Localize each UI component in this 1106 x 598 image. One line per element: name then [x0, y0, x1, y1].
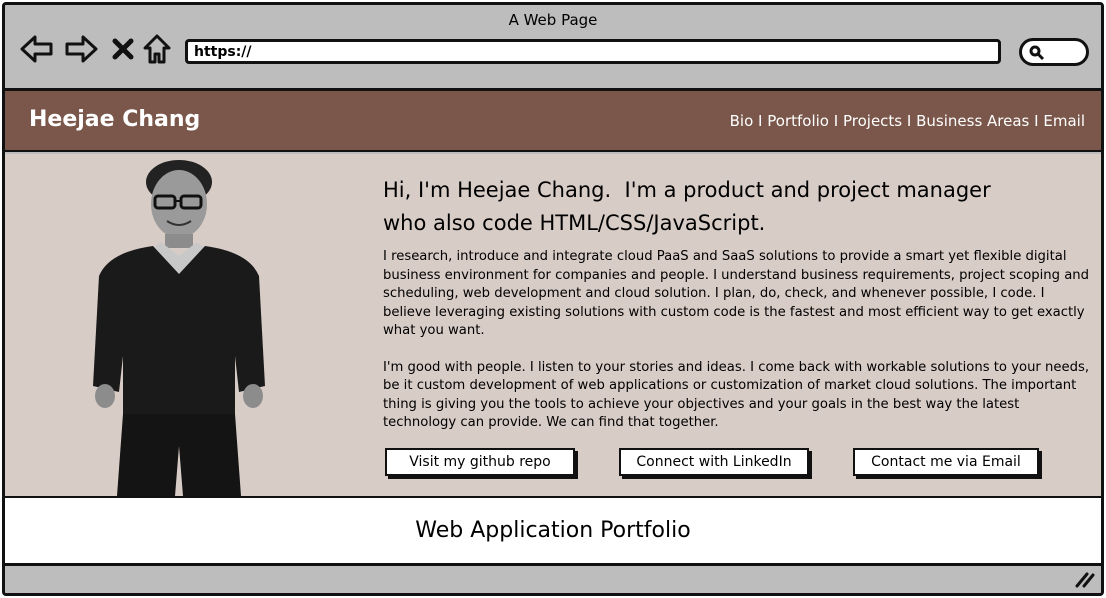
site-brand[interactable]: Heejae Chang [29, 107, 200, 132]
hero-paragraph-2: I'm good with people. I listen to your s… [383, 359, 1090, 431]
profile-photo [93, 160, 265, 496]
browser-chrome: A Web Page https:// [5, 5, 1101, 91]
window-title: A Web Page [508, 11, 598, 29]
site-header: Heejae Chang Bio I Portfolio I Projects … [5, 91, 1101, 152]
search-icon [1028, 44, 1046, 66]
nav-item-bio[interactable]: Bio [730, 112, 754, 130]
home-icon[interactable] [139, 31, 175, 67]
hero-headline-line1: Hi, I'm Heejae Chang. I'm a product and … [383, 178, 991, 202]
portfolio-section-title: Web Application Portfolio [415, 518, 691, 543]
nav-separator: I [1034, 112, 1039, 130]
resize-grip-icon[interactable] [1073, 570, 1095, 592]
status-bar [5, 566, 1101, 593]
email-button[interactable]: Contact me via Email [853, 448, 1039, 476]
nav-item-business-areas[interactable]: Business Areas [916, 112, 1029, 130]
close-icon[interactable] [105, 31, 141, 67]
forward-arrow-icon[interactable] [63, 31, 99, 67]
browser-window: A Web Page https:// Heejae Chang Bio I P… [2, 2, 1104, 596]
hero-headline-line2: who also code HTML/CSS/JavaScript. [383, 211, 766, 235]
nav-item-projects[interactable]: Projects [843, 112, 902, 130]
nav-item-email[interactable]: Email [1043, 112, 1085, 130]
nav-separator: I [758, 112, 763, 130]
nav-separator: I [906, 112, 912, 130]
search-button[interactable] [1019, 38, 1089, 66]
hero-headline: Hi, I'm Heejae Chang. I'm a product and … [383, 174, 1095, 240]
hero-paragraph-1: I research, introduce and integrate clou… [383, 249, 1090, 338]
hero-text: Hi, I'm Heejae Chang. I'm a product and … [383, 174, 1095, 433]
nav-separator: I [833, 112, 839, 130]
main-content: Web Application Portfolio [5, 496, 1101, 566]
nav-item-portfolio[interactable]: Portfolio [767, 112, 829, 130]
url-input[interactable]: https:// [185, 39, 1001, 64]
back-arrow-icon[interactable] [19, 31, 55, 67]
linkedin-button[interactable]: Connect with LinkedIn [619, 448, 809, 476]
hero-section: Hi, I'm Heejae Chang. I'm a product and … [5, 154, 1101, 496]
github-button[interactable]: Visit my github repo [385, 448, 575, 476]
site-nav: Bio I Portfolio I Projects I Business Ar… [730, 112, 1085, 130]
